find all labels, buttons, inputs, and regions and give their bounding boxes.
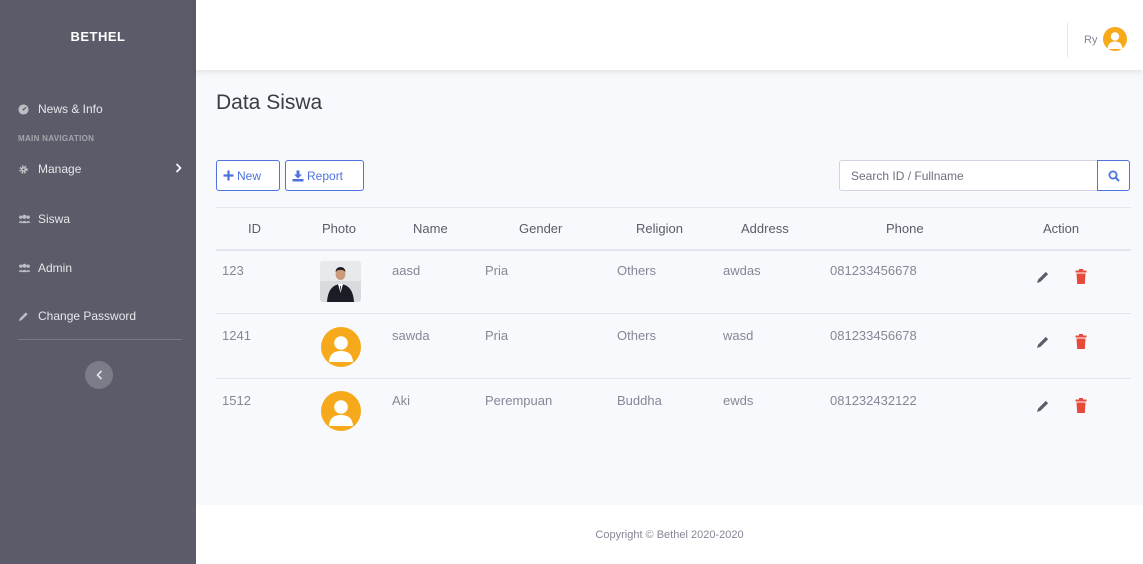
column-header-religion: Religion xyxy=(636,221,683,236)
cell-phone: 081233456678 xyxy=(830,328,917,343)
cell-phone: 081232432122 xyxy=(830,393,917,408)
column-header-address: Address xyxy=(741,221,789,236)
column-header-phone: Phone xyxy=(886,221,924,236)
edit-icon[interactable] xyxy=(1036,399,1050,413)
sidebar-item-news-info[interactable]: News & Info xyxy=(0,100,196,118)
new-button-label: New xyxy=(237,168,262,183)
sidebar-item-label: Manage xyxy=(38,162,82,176)
delete-icon[interactable] xyxy=(1075,334,1087,349)
footer-copyright: Copyright © Bethel 2020-2020 xyxy=(595,528,744,541)
cell-religion: Buddha xyxy=(617,393,662,408)
cell-phone: 081233456678 xyxy=(830,263,917,278)
search-button[interactable] xyxy=(1097,160,1130,191)
chevron-right-icon xyxy=(175,162,182,176)
cell-name: aasd xyxy=(392,263,421,278)
person-photo xyxy=(320,261,361,302)
delete-icon[interactable] xyxy=(1075,269,1087,284)
cell-gender: Pria xyxy=(485,263,509,278)
sidebar-item-siswa[interactable]: Siswa xyxy=(0,210,196,228)
cell-id: 1512 xyxy=(222,393,251,408)
new-button[interactable]: New xyxy=(216,160,280,191)
cell-religion: Others xyxy=(617,328,657,343)
cell-id: 1241 xyxy=(222,328,251,343)
column-header-id: ID xyxy=(248,221,261,236)
column-header-action: Action xyxy=(1043,221,1080,236)
edit-icon[interactable] xyxy=(1036,270,1050,284)
gear-icon xyxy=(18,164,32,175)
users-icon xyxy=(18,214,32,224)
report-button[interactable]: Report xyxy=(285,160,364,191)
sidebar-divider xyxy=(18,339,182,340)
sidebar-item-label: Change Password xyxy=(38,309,137,323)
cell-gender: Pria xyxy=(485,328,509,343)
sidebar-heading: MAIN NAVIGATION xyxy=(18,134,95,143)
dashboard-icon xyxy=(18,103,32,115)
user-avatar-icon xyxy=(1107,32,1123,49)
cell-id: 123 xyxy=(222,263,244,278)
edit-icon[interactable] xyxy=(1036,335,1050,349)
cell-address: awdas xyxy=(723,263,761,278)
cell-address: ewds xyxy=(723,393,754,408)
table-row-divider xyxy=(216,313,1131,314)
cell-gender: Perempuan xyxy=(485,393,553,408)
sidebar-item-label: News & Info xyxy=(38,102,103,116)
column-header-name: Name xyxy=(413,221,448,236)
topbar-divider xyxy=(1067,23,1068,57)
delete-icon[interactable] xyxy=(1075,398,1087,413)
footer: Copyright © Bethel 2020-2020 xyxy=(196,505,1143,564)
topbar: Ry xyxy=(196,0,1143,70)
table-header-border xyxy=(216,249,1131,251)
cell-name: Aki xyxy=(392,393,411,408)
column-header-photo: Photo xyxy=(322,221,356,236)
search-icon xyxy=(1108,170,1120,182)
table-row-divider xyxy=(216,378,1131,379)
brand-logo[interactable]: BETHEL xyxy=(0,0,196,73)
default-avatar xyxy=(321,327,361,367)
search-input[interactable] xyxy=(839,160,1098,191)
user-name[interactable]: Ry xyxy=(1084,34,1097,46)
download-icon xyxy=(292,170,304,181)
report-button-label: Report xyxy=(307,168,344,183)
chevron-left-icon xyxy=(95,370,102,380)
default-avatar xyxy=(321,391,361,431)
pen-icon xyxy=(18,311,32,322)
users-icon xyxy=(18,263,32,273)
cell-address: wasd xyxy=(723,328,754,343)
sidebar-item-change-password[interactable]: Change Password xyxy=(0,307,196,325)
sidebar-item-admin[interactable]: Admin xyxy=(0,259,196,277)
sidebar-item-manage[interactable]: Manage xyxy=(0,160,196,178)
cell-name: sawda xyxy=(392,328,430,343)
page-title: Data Siswa xyxy=(216,91,323,114)
column-header-gender: Gender xyxy=(519,221,563,236)
sidebar-toggle-button[interactable] xyxy=(85,361,113,389)
sidebar: BETHEL News & Info MAIN NAVIGATION Manag… xyxy=(0,0,196,564)
sidebar-item-label: Admin xyxy=(38,261,73,275)
plus-icon xyxy=(223,170,234,181)
user-avatar[interactable] xyxy=(1103,27,1127,51)
cell-religion: Others xyxy=(617,263,657,278)
table-top-border xyxy=(216,207,1131,208)
sidebar-item-label: Siswa xyxy=(38,212,71,226)
